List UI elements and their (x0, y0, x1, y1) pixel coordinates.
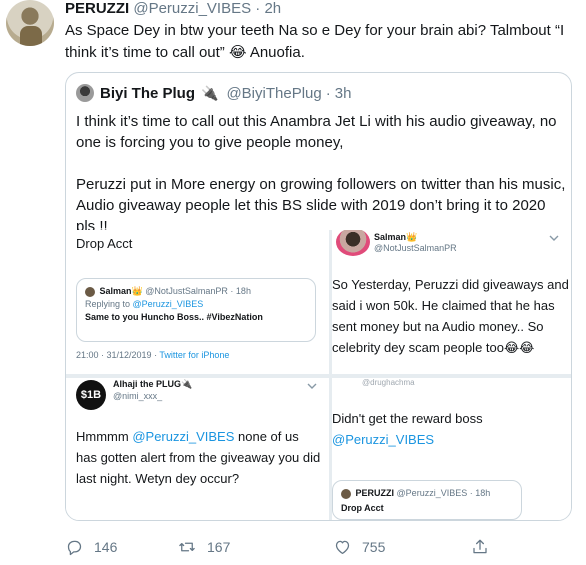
tweet-text: As Space Dey in btw your teeth Na so e D… (65, 22, 565, 61)
quoted-author-handle: @BiyiThePlug (226, 84, 322, 102)
embedded-reply-card: Salman👑 @NotJustSalmanPR · 18h Replying … (76, 278, 316, 342)
action-bar: 146 167 755 (65, 538, 505, 558)
replying-to-mention: @Peruzzi_VIBES (132, 299, 204, 309)
media-image-3[interactable]: $1B Alhaji the PLUG🔌 @nimi_xxx_ Hmmmm @P… (66, 378, 329, 520)
chevron-down-icon (307, 382, 317, 392)
author-name[interactable]: PERUZZI (65, 0, 129, 17)
quoted-author-avatar (76, 84, 94, 102)
embedded-avatar (85, 286, 95, 297)
quoted-paragraph-1: I think it’s time to call out this Anamb… (76, 113, 557, 151)
screenshot-avatar (336, 230, 370, 256)
plug-emoji: 🔌 (201, 84, 219, 101)
quoted-paragraph-2: Peruzzi put in More energy on growing fo… (76, 176, 566, 235)
mention-link: @Peruzzi_VIBES (332, 432, 435, 447)
screenshot-author-handle: @nimi_xxx_ (113, 391, 163, 401)
embedded-avatar (341, 488, 351, 499)
retweet-count: 167 (207, 539, 231, 555)
quoted-tweet-header: Biyi The Plug 🔌 @BiyiThePlug · 3h (76, 83, 351, 103)
text-before-mention: Hmmmm (76, 429, 133, 444)
reply-count: 146 (94, 539, 118, 555)
embedded-author-handle: @Peruzzi_VIBES · 18h (396, 488, 491, 498)
quoted-tweet-time: 3h (334, 84, 352, 102)
media-image-1[interactable]: Drop Acct Salman👑 @NotJustSalmanPR · 18h… (66, 230, 329, 374)
quoted-author-name: Biyi The Plug (100, 84, 196, 102)
screenshot-author-handle: @NotJustSalmanPR (374, 243, 457, 253)
grid-divider-horizontal (66, 374, 571, 378)
tweet-header: PERUZZI @Peruzzi_VIBES · 2h (65, 0, 281, 18)
mention-link: @Peruzzi_VIBES (132, 429, 235, 444)
like-button[interactable]: 755 (333, 538, 385, 556)
heart-icon (335, 540, 350, 555)
tweet-time[interactable]: 2h (264, 0, 281, 17)
author-handle[interactable]: @Peruzzi_VIBES (133, 0, 251, 17)
screenshot-timestamp: 21:00 · 31/12/2019 · Twitter for iPhone (76, 350, 229, 360)
reply-text: Didn't get the reward boss (332, 411, 483, 426)
reply-button[interactable]: 146 (65, 538, 117, 556)
embedded-tweet-card: PERUZZI @Peruzzi_VIBES · 18h Drop Acct (332, 480, 522, 520)
separator-dot: · (255, 0, 261, 17)
media-image-2[interactable]: Salman👑 @NotJustSalmanPR So Yesterday, P… (332, 230, 571, 374)
cropped-handle: @drughachma (362, 378, 415, 387)
embedded-reply-text: Same to you Huncho Boss.. #VibezNation (85, 312, 263, 322)
screenshot-header: Alhaji the PLUG🔌 @nimi_xxx_ (113, 378, 192, 402)
embedded-author-name: Salman👑 (99, 286, 143, 296)
screenshot-header: Salman👑 @NotJustSalmanPR (374, 232, 457, 254)
screenshot-tweet-text: Didn't get the reward boss @Peruzzi_VIBE… (332, 408, 570, 450)
media-image-4[interactable]: @drughachma Didn't get the reward boss @… (332, 378, 571, 520)
screenshot-author-name: Salman👑 (374, 232, 418, 242)
timestamp-text: 21:00 · 31/12/2019 · (76, 350, 158, 360)
screenshot-top-text: Drop Acct (76, 236, 133, 251)
client-label: Twitter for iPhone (159, 350, 230, 360)
separator-dot: · (325, 84, 331, 102)
replying-to-line: Replying to @Peruzzi_VIBES (85, 298, 307, 311)
retweet-icon (179, 542, 195, 552)
embedded-author-handle: @NotJustSalmanPR · 18h (145, 286, 251, 296)
embedded-reply-header: Salman👑 @NotJustSalmanPR · 18h (85, 285, 307, 298)
screenshot-tweet-text: Hmmmm @Peruzzi_VIBES none of us has gott… (76, 426, 321, 489)
share-button[interactable] (471, 538, 499, 556)
reply-icon (67, 540, 82, 556)
screenshot-author-name: Alhaji the PLUG🔌 (113, 379, 193, 389)
quoted-tweet[interactable]: Biyi The Plug 🔌 @BiyiThePlug · 3h I thin… (65, 72, 572, 521)
media-grid: Drop Acct Salman👑 @NotJustSalmanPR · 18h… (66, 230, 571, 520)
share-icon (473, 539, 487, 554)
retweet-button[interactable]: 167 (177, 538, 230, 556)
screenshot-avatar: $1B (76, 380, 106, 410)
screenshot-tweet-text: So Yesterday, Peruzzi did giveaways and … (332, 277, 569, 355)
replying-to-prefix: Replying to (85, 299, 131, 309)
author-avatar[interactable] (6, 0, 54, 46)
like-count: 755 (362, 539, 386, 555)
embedded-tweet-text: Drop Acct (341, 503, 384, 513)
chevron-down-icon (549, 234, 559, 244)
embedded-author-name: PERUZZI (355, 488, 395, 498)
